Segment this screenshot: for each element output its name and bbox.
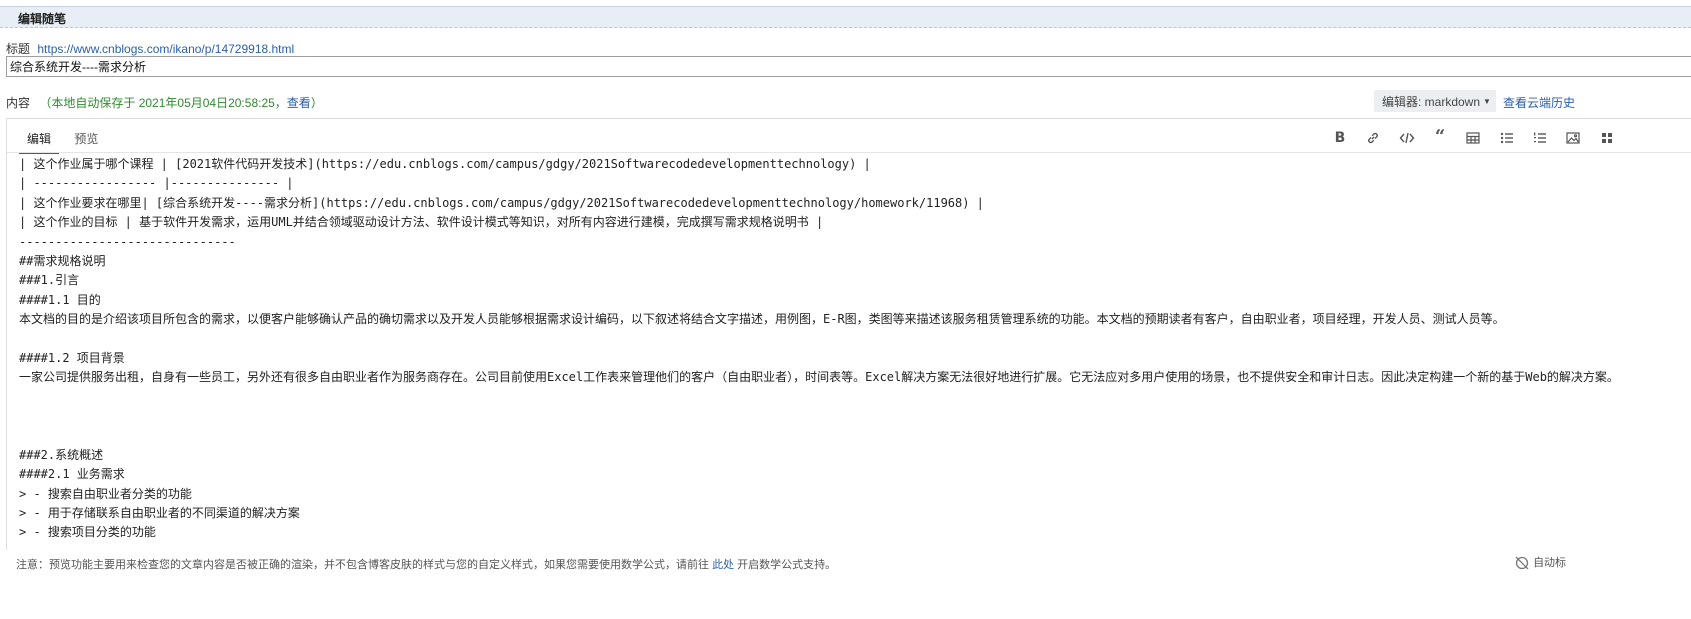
no-sync-icon: [1514, 556, 1533, 570]
editor-tabs: 编辑 预览: [19, 125, 110, 154]
code-line: ###2.系统概述: [19, 447, 104, 462]
markdown-editor: 编辑 预览 B “ | 这个作业属于哪个课程 | [2021软件代码开发技术](…: [6, 118, 1691, 550]
cloud-history-link[interactable]: 查看云端历史: [1503, 94, 1575, 111]
autosave-view-link[interactable]: 查看: [287, 96, 311, 110]
auto-toggle[interactable]: 自动标: [1514, 554, 1566, 571]
code-line: | 这个作业要求在哪里| [综合系统开发----需求分析](https://ed…: [19, 195, 984, 210]
tab-edit[interactable]: 编辑: [19, 125, 60, 154]
markdown-textarea[interactable]: | 这个作业属于哪个课程 | [2021软件代码开发技术](https://ed…: [19, 155, 1684, 543]
autosave-status: （本地自动保存于 2021年05月04日20:58:25，查看）: [39, 96, 323, 110]
code-line: | 这个作业的目标 | 基于软件开发需求，运用UML并结合领域驱动设计方法、软件…: [19, 215, 824, 230]
caret-down-icon: ▼: [1483, 97, 1491, 106]
code-line: | ----------------- |--------------- |: [19, 176, 294, 191]
title-label-row: 标题 https://www.cnblogs.com/ikano/p/14729…: [6, 40, 294, 57]
ordered-list-icon[interactable]: [1525, 127, 1555, 147]
code-line: ###1.引言: [19, 273, 80, 288]
header-bar: 编辑随笔: [0, 6, 1691, 28]
editor-toolbar: B “: [1325, 127, 1622, 147]
table-icon[interactable]: [1458, 127, 1488, 147]
math-formula-link[interactable]: 此处: [712, 559, 734, 571]
code-line: ------------------------------: [19, 234, 236, 249]
code-line: > - 搜索自由职业者分类的功能: [19, 486, 192, 501]
editor-selector-dropdown[interactable]: 编辑器: markdown ▼: [1374, 90, 1496, 112]
link-icon[interactable]: [1358, 127, 1388, 147]
title-input[interactable]: [6, 56, 1691, 77]
bold-icon[interactable]: B: [1325, 127, 1355, 147]
content-label: 内容: [6, 96, 31, 110]
more-icon[interactable]: [1592, 127, 1622, 147]
page-title: 编辑随笔: [18, 12, 67, 26]
image-icon[interactable]: [1558, 127, 1588, 147]
post-url-link[interactable]: https://www.cnblogs.com/ikano/p/14729918…: [37, 42, 294, 56]
code-line: 一家公司提供服务出租，自身有一些员工，另外还有很多自由职业者作为服务商存在。公司…: [19, 370, 1619, 385]
code-icon[interactable]: [1392, 127, 1422, 147]
tab-preview[interactable]: 预览: [66, 125, 106, 152]
unordered-list-icon[interactable]: [1492, 127, 1522, 147]
code-line: ####2.1 业务需求: [19, 467, 125, 482]
code-line: ####1.2 项目背景: [19, 350, 125, 365]
code-line: > - 搜索项目分类的功能: [19, 525, 156, 540]
title-label: 标题: [6, 42, 31, 56]
code-line: ####1.1 目的: [19, 292, 101, 307]
code-line: | 这个作业属于哪个课程 | [2021软件代码开发技术](https://ed…: [19, 157, 871, 171]
quote-icon[interactable]: “: [1425, 127, 1455, 147]
tab-divider: [7, 152, 1691, 153]
code-line: ##需求规格说明: [19, 253, 106, 268]
content-label-row: 内容 （本地自动保存于 2021年05月04日20:58:25，查看）: [6, 94, 323, 111]
preview-note: 注意：预览功能主要用来检查您的文章内容是否被正确的渲染，并不包含博客皮肤的样式与…: [16, 559, 837, 571]
code-line: 本文档的目的是介绍该项目所包含的需求，以便客户能够确认产品的确切需求以及开发人员…: [19, 312, 1505, 327]
code-line: > - 用于存储联系自由职业者的不同渠道的解决方案: [19, 506, 300, 521]
